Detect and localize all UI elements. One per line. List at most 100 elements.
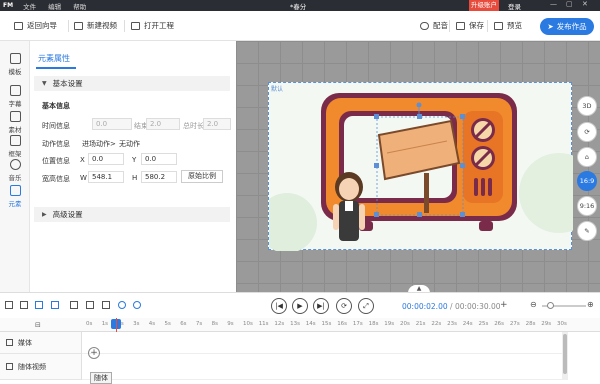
ruler-tick: 20s [400,321,410,327]
upgrade-button[interactable]: 升级账户 [469,0,499,11]
sidebar-item-music[interactable]: 音乐 [0,159,30,182]
canvas-area[interactable]: 默认 ▲ 3D ⟳ ⌂ 16:9 9:16 ✎ [236,41,600,292]
timeline-tracks: 媒体 随体视频 随体 + [0,332,600,384]
delete-icon[interactable] [70,301,78,309]
close-icon[interactable]: ✕ [582,0,588,8]
timeline-scrollbar[interactable] [562,332,568,380]
play-button[interactable]: ▶ [292,298,308,314]
publish-label: 发布作品 [556,22,587,31]
dub-button[interactable]: 配音 [420,20,448,31]
tab-underline [36,67,76,69]
rotate-icon[interactable]: ⟳ [577,122,597,142]
ruler-tick: 16s [337,321,348,327]
minimize-icon[interactable]: — [550,0,557,8]
sidebar-item-template[interactable]: 模板 [0,53,30,76]
height-input[interactable]: 580.2 [141,171,177,183]
home-icon [14,21,23,30]
end-time-input[interactable]: 2.0 [146,118,180,130]
lock-icon[interactable]: ⊟ [35,321,41,329]
width-input[interactable]: 548.1 [88,171,124,183]
back-to-wizard-button[interactable]: 返回向导 [14,20,57,31]
enter-action-link[interactable]: 进场动作> [82,139,116,149]
preview-label: 预览 [507,21,522,30]
fullscreen-button[interactable]: ⤢ [358,298,374,314]
track-media-row[interactable] [82,332,562,354]
collapse-handle[interactable]: ▲ [408,285,430,292]
duration-input[interactable]: 2.0 [203,118,231,130]
size-info-label: 宽高信息 [42,175,70,183]
start-time-input[interactable]: 0.0 [92,118,132,130]
zoom-out-icon[interactable]: ⊖ [530,300,537,309]
lock-icon[interactable]: ⌂ [577,147,597,167]
ruler-tick: 25s [478,321,489,327]
ruler-tick: 22s [431,321,442,327]
track-icon[interactable] [5,301,13,309]
section-title: 高级设置 [52,210,83,219]
position-info-label: 位置信息 [42,157,70,165]
clip-item[interactable]: 随体 [90,372,112,384]
copy-icon[interactable] [51,301,59,309]
add-time-icon[interactable]: + [500,300,508,310]
sidebar-item-material[interactable]: 素材 [0,111,30,134]
add-track-button[interactable]: + [88,347,100,359]
sidebar-item-frame[interactable]: 框架 [0,135,30,158]
original-ratio-button[interactable]: 原始比例 [181,170,223,183]
no-action-link[interactable]: 无动作 [119,139,140,149]
track-label: 随体视频 [18,362,46,371]
ruler-tick: 7s [195,321,203,327]
tab-element-properties[interactable]: 元素属性 [38,53,70,64]
edit-icon[interactable]: ✎ [577,221,597,241]
save-label: 保存 [469,21,484,30]
maximize-icon[interactable]: ▢ [566,0,573,8]
play-icon [6,339,13,346]
person-icon[interactable] [118,301,126,309]
preview-button[interactable]: 预览 [494,20,522,31]
basic-settings-header[interactable]: ▼ 基本设置 [34,76,230,91]
loop-button[interactable]: ⟳ [336,298,352,314]
scrollbar-thumb[interactable] [563,334,567,374]
save-icon [456,21,465,30]
split-icon[interactable] [20,301,28,309]
track-media[interactable]: 媒体 [0,332,82,354]
y-input[interactable]: 0.0 [141,153,177,165]
image-icon[interactable] [102,301,110,309]
sidebar-item-subtitle[interactable]: 字幕 [0,85,30,108]
scene-canvas[interactable]: 默认 [268,82,573,251]
next-frame-button[interactable]: ▶| [313,298,329,314]
save-button[interactable]: 保存 [456,20,484,31]
timeline-ruler[interactable]: ⊟ 0s1s2s3s4s5s6s7s8s9s10s11s12s13s14s15s… [0,318,600,332]
scene-artwork [269,93,573,251]
timeline-toolbar: |◀ ▶ ▶| ⟳ ⤢ 00:00:02.00 / 00:00:30.00 + … [0,292,600,318]
x-input[interactable]: 0.0 [88,153,124,165]
track-follow-video-row[interactable]: 随体 [82,354,562,384]
ruler-tick: 27s [509,321,520,327]
sidebar-item-element[interactable]: 元素 [0,185,30,208]
ruler-tick: 14s [305,321,316,327]
ruler-tick: 29s [541,321,552,327]
checkbox-icon[interactable] [86,301,94,309]
login-button[interactable]: 登录 [508,1,521,11]
ratio-9-16-button[interactable]: 9:16 [577,196,597,216]
track-follow-video[interactable]: 随体视频 [0,354,82,380]
open-project-button[interactable]: 打开工程 [131,20,174,31]
zoom-in-icon[interactable]: ⊕ [587,300,594,309]
ruler-tick: 12s [274,321,285,327]
zoom-slider-thumb[interactable] [547,302,554,309]
ruler-tick: 28s [525,321,536,327]
prev-frame-button[interactable]: |◀ [271,298,287,314]
3d-button[interactable]: 3D [577,96,597,116]
menu-help[interactable]: 帮助 [73,3,86,11]
menu-edit[interactable]: 编辑 [48,3,61,11]
folder-icon [131,21,140,30]
menu-file[interactable]: 文件 [23,3,36,11]
new-video-button[interactable]: 新建视频 [74,20,117,31]
ruler-tick: 5s [164,321,171,327]
ratio-16-9-button[interactable]: 16:9 [577,171,597,191]
advanced-settings-header[interactable]: ▶ 高级设置 [34,207,230,222]
mic-icon [420,21,429,30]
publish-button[interactable]: ➤ 发布作品 [540,18,594,35]
tv-leg-right [479,221,493,231]
cut-icon[interactable] [35,301,43,309]
effect-icon[interactable] [133,301,141,309]
h-label: H [132,174,138,182]
